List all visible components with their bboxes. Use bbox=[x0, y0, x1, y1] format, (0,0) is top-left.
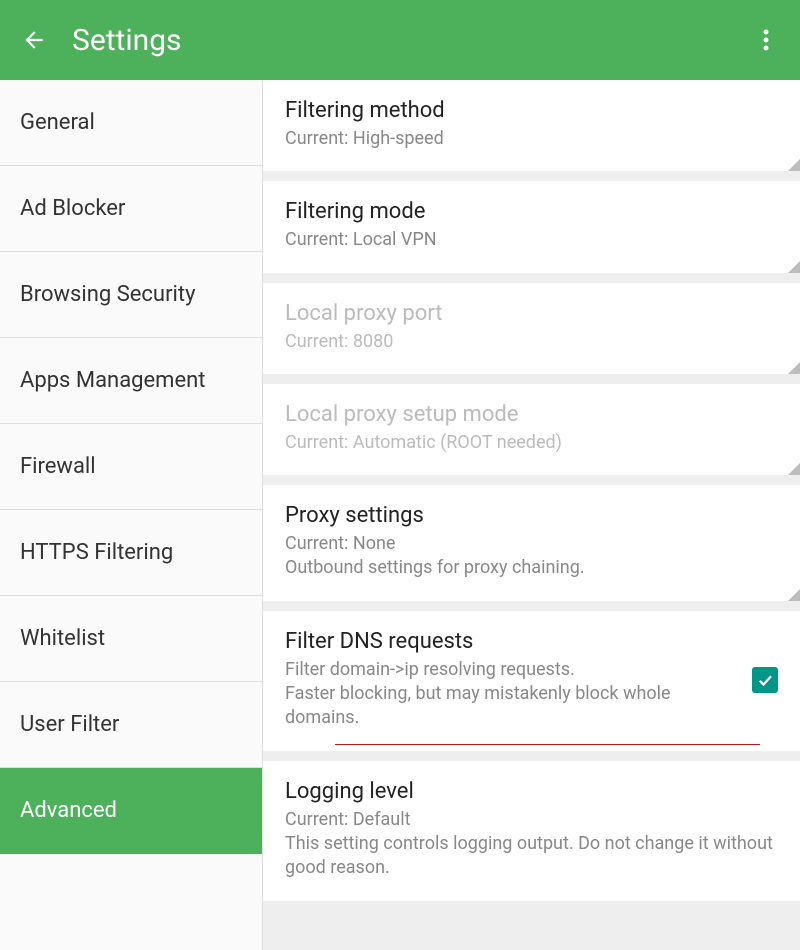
back-arrow-icon[interactable] bbox=[20, 26, 48, 54]
setting-title: Local proxy port bbox=[285, 301, 778, 326]
setting-filtering-mode[interactable]: Filtering mode Current: Local VPN bbox=[263, 181, 800, 272]
setting-subtitle: Current: Automatic (ROOT needed) bbox=[285, 431, 778, 455]
setting-title: Filtering method bbox=[285, 98, 778, 123]
setting-title: Filtering mode bbox=[285, 199, 778, 224]
setting-local-proxy-port: Local proxy port Current: 8080 bbox=[263, 283, 800, 374]
sidebar-item-label: User Filter bbox=[20, 712, 119, 737]
setting-title: Logging level bbox=[285, 779, 778, 804]
sidebar-item-browsing-security[interactable]: Browsing Security bbox=[0, 252, 262, 338]
overflow-menu-icon[interactable] bbox=[752, 26, 780, 54]
app-bar: Settings bbox=[0, 0, 800, 80]
setting-subtitle: Current: 8080 bbox=[285, 330, 778, 354]
setting-subtitle-desc: This setting controls logging output. Do… bbox=[285, 832, 778, 881]
resize-corner-icon bbox=[788, 362, 800, 374]
sidebar-item-label: Ad Blocker bbox=[20, 196, 125, 221]
setting-filtering-method[interactable]: Filtering method Current: High-speed bbox=[263, 80, 800, 171]
sidebar-item-label: Advanced bbox=[20, 798, 117, 823]
sidebar-item-https-filtering[interactable]: HTTPS Filtering bbox=[0, 510, 262, 596]
sidebar-item-general[interactable]: General bbox=[0, 80, 262, 166]
sidebar-item-label: General bbox=[20, 110, 95, 135]
content-area: General Ad Blocker Browsing Security App… bbox=[0, 80, 800, 950]
setting-title: Local proxy setup mode bbox=[285, 402, 778, 427]
settings-panel: Filtering method Current: High-speed Fil… bbox=[263, 80, 800, 950]
setting-local-proxy-setup-mode: Local proxy setup mode Current: Automati… bbox=[263, 384, 800, 475]
setting-title: Proxy settings bbox=[285, 503, 778, 528]
sidebar-item-label: Firewall bbox=[20, 454, 96, 479]
sidebar-item-label: Apps Management bbox=[20, 368, 206, 393]
setting-subtitle: Current: Local VPN bbox=[285, 228, 778, 252]
setting-title: Filter DNS requests bbox=[285, 629, 740, 654]
sidebar-item-label: Browsing Security bbox=[20, 282, 195, 307]
page-title: Settings bbox=[72, 23, 752, 58]
resize-corner-icon bbox=[788, 589, 800, 601]
sidebar-item-advanced[interactable]: Advanced bbox=[0, 768, 262, 854]
setting-logging-level[interactable]: Logging level Current: Default This sett… bbox=[263, 761, 800, 901]
resize-corner-icon bbox=[788, 159, 800, 171]
sidebar-item-whitelist[interactable]: Whitelist bbox=[0, 596, 262, 682]
setting-subtitle-current: Current: Default bbox=[285, 808, 778, 832]
sidebar-item-user-filter[interactable]: User Filter bbox=[0, 682, 262, 768]
setting-subtitle: Current: High-speed bbox=[285, 127, 778, 151]
sidebar-item-label: Whitelist bbox=[20, 626, 105, 651]
sidebar-item-ad-blocker[interactable]: Ad Blocker bbox=[0, 166, 262, 252]
resize-corner-icon bbox=[788, 261, 800, 273]
sidebar: General Ad Blocker Browsing Security App… bbox=[0, 80, 263, 950]
resize-corner-icon bbox=[788, 463, 800, 475]
setting-subtitle-desc: Outbound settings for proxy chaining. bbox=[285, 556, 778, 580]
sidebar-item-apps-management[interactable]: Apps Management bbox=[0, 338, 262, 424]
setting-subtitle: Filter domain->ip resolving requests. Fa… bbox=[285, 658, 740, 731]
sidebar-item-firewall[interactable]: Firewall bbox=[0, 424, 262, 510]
setting-subtitle-current: Current: None bbox=[285, 532, 778, 556]
setting-filter-dns-requests[interactable]: Filter DNS requests Filter domain->ip re… bbox=[263, 611, 800, 751]
setting-proxy-settings[interactable]: Proxy settings Current: None Outbound se… bbox=[263, 485, 800, 601]
filter-dns-checkbox[interactable] bbox=[752, 667, 778, 693]
highlight-underline bbox=[335, 744, 760, 745]
sidebar-item-label: HTTPS Filtering bbox=[20, 540, 173, 565]
